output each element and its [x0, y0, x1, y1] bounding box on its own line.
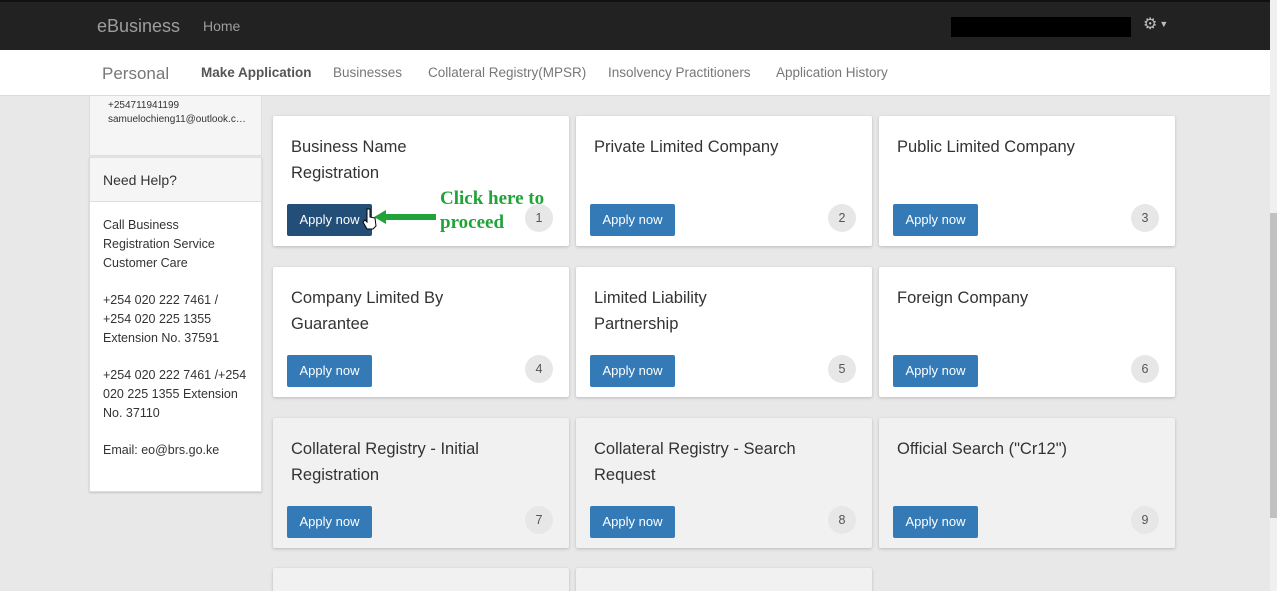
- card-official-search-cr12: Official Search ("Cr12") Apply now 9: [879, 418, 1175, 548]
- card-title: Limited Liability Partnership: [594, 289, 707, 333]
- tab-collateral-registry[interactable]: Collateral Registry(MPSR): [428, 65, 586, 80]
- help-email: Email: eo@brs.go.ke: [103, 443, 220, 457]
- help-body: Call Business Registration Service Custo…: [90, 202, 261, 492]
- help-text: Call Business Registration Service Custo…: [103, 218, 215, 270]
- card-partial: [273, 568, 569, 591]
- card-title: Business Name Registration: [291, 138, 407, 182]
- card-number: 6: [1131, 355, 1159, 383]
- card-collateral-initial-registration: Collateral Registry - Initial Registrati…: [273, 418, 569, 548]
- profile-email: samuelochieng11@outlook.com: [108, 114, 248, 125]
- settings-menu[interactable]: ⚙ ▼: [1143, 14, 1168, 34]
- card-collateral-search-request: Collateral Registry - Search Request App…: [576, 418, 872, 548]
- user-account-redacted[interactable]: [951, 17, 1131, 37]
- tab-businesses[interactable]: Businesses: [333, 65, 402, 80]
- annotation-line: proceed: [440, 212, 505, 233]
- gear-icon: ⚙: [1143, 16, 1158, 33]
- apply-now-button[interactable]: Apply now: [590, 204, 675, 236]
- apply-now-button[interactable]: Apply now: [893, 506, 978, 538]
- card-private-limited-company: Private Limited Company Apply now 2: [576, 116, 872, 246]
- chevron-down-icon: ▼: [1159, 19, 1169, 29]
- apply-now-button[interactable]: Apply now: [590, 506, 675, 538]
- arrow-left-icon: [374, 210, 436, 224]
- annotation-text: Click here to proceed: [440, 187, 544, 235]
- card-foreign-company: Foreign Company Apply now 6: [879, 267, 1175, 397]
- card-number: 3: [1131, 204, 1159, 232]
- help-phone-2: +254 020 222 7461 /+254 020 225 1355 Ext…: [103, 368, 247, 420]
- tab-make-application[interactable]: Make Application: [201, 65, 312, 80]
- card-company-limited-by-guarantee: Company Limited By Guarantee Apply now 4: [273, 267, 569, 397]
- card-title: Collateral Registry - Initial Registrati…: [291, 440, 479, 484]
- apply-now-button[interactable]: Apply now: [893, 204, 978, 236]
- help-title: Need Help?: [90, 158, 261, 202]
- help-phone-1: +254 020 222 7461 / +254 020 225 1355 Ex…: [103, 293, 220, 345]
- card-number: 4: [525, 355, 553, 383]
- card-title: Public Limited Company: [897, 138, 1075, 156]
- card-title: Official Search ("Cr12"): [897, 440, 1068, 458]
- top-navbar: eBusiness Home ⚙ ▼: [0, 0, 1270, 50]
- help-panel: Need Help? Call Business Registration Se…: [89, 157, 262, 492]
- card-title: Foreign Company: [897, 289, 1029, 307]
- profile-panel: +254711941199 samuelochieng11@outlook.co…: [89, 96, 262, 156]
- apply-now-button[interactable]: Apply now: [893, 355, 978, 387]
- page-scrollbar[interactable]: [1270, 0, 1277, 591]
- card-number: 2: [828, 204, 856, 232]
- annotation-line: Click here to: [440, 188, 545, 209]
- section-label: Personal: [102, 64, 170, 83]
- home-link[interactable]: Home: [203, 18, 240, 34]
- hand-cursor-icon: [362, 208, 377, 230]
- card-title: Private Limited Company: [594, 138, 779, 156]
- apply-now-button[interactable]: Apply now: [287, 204, 372, 236]
- apply-now-button[interactable]: Apply now: [287, 506, 372, 538]
- apply-now-button[interactable]: Apply now: [590, 355, 675, 387]
- tab-insolvency-practitioners[interactable]: Insolvency Practitioners: [608, 65, 751, 80]
- card-number: 7: [525, 506, 553, 534]
- card-number: 5: [828, 355, 856, 383]
- apply-now-button[interactable]: Apply now: [287, 355, 372, 387]
- brand-logo[interactable]: eBusiness: [97, 16, 180, 37]
- card-partial: [576, 568, 872, 591]
- profile-phone: +254711941199: [108, 100, 180, 111]
- card-number: 9: [1131, 506, 1159, 534]
- card-public-limited-company: Public Limited Company Apply now 3: [879, 116, 1175, 246]
- tab-application-history[interactable]: Application History: [776, 65, 888, 80]
- card-number: 8: [828, 506, 856, 534]
- card-title: Company Limited By Guarantee: [291, 289, 444, 333]
- sub-navbar: Personal Make Application Businesses Col…: [0, 50, 1270, 96]
- card-limited-liability-partnership: Limited Liability Partnership Apply now …: [576, 267, 872, 397]
- card-title: Collateral Registry - Search Request: [594, 440, 796, 484]
- scrollbar-thumb[interactable]: [1270, 213, 1277, 518]
